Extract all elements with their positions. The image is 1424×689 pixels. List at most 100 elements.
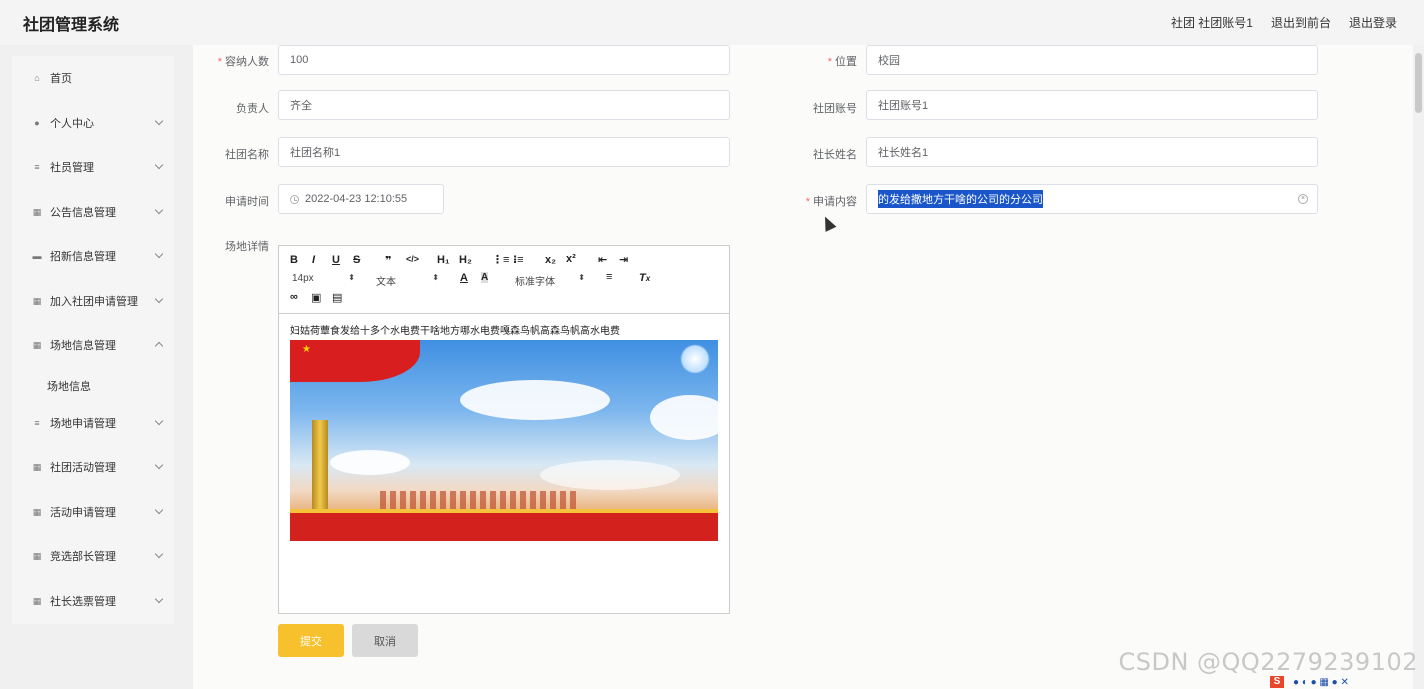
chevron-down-icon <box>154 205 164 215</box>
chevron-down-icon <box>154 160 164 170</box>
chevron-down-icon <box>154 549 164 559</box>
link-icon[interactable]: ∞ <box>290 291 298 303</box>
vertical-scrollbar[interactable] <box>1413 45 1424 689</box>
subscript-icon[interactable]: x₂ <box>545 254 556 266</box>
ordered-list-icon[interactable]: ⋮≡ <box>492 253 509 266</box>
bullet-list-icon[interactable]: ⁝≡ <box>513 253 524 266</box>
sidebar-item-label: 个人中心 <box>50 118 94 130</box>
list-icon: ≡ <box>34 418 40 428</box>
venue-detail-label: 场地详情 <box>225 241 269 253</box>
grid-icon: ▦ <box>32 595 42 606</box>
sidebar-item-label: 招新信息管理 <box>50 251 116 263</box>
sidebar-subitem-venue[interactable]: 场地信息 <box>47 378 91 394</box>
apply-content-input[interactable]: 的发给撒地方干啥的公司的分公司 × <box>866 184 1318 214</box>
grid-icon: ▦ <box>32 339 42 350</box>
sidebar-item-president-votes[interactable]: ▦ 社长选票管理 <box>12 581 174 621</box>
italic-icon[interactable]: I <box>312 254 315 266</box>
sidebar-item-activity-apply[interactable]: ▦ 活动申请管理 <box>12 492 174 532</box>
align-icon[interactable]: ≡ <box>606 271 612 283</box>
top-header: 社团管理系统 社团 社团账号1 退出到前台 退出登录 <box>0 0 1424 45</box>
club-name-input[interactable]: 社团名称1 <box>278 137 730 167</box>
chevron-up-icon <box>154 341 164 351</box>
apply-time-picker[interactable]: 2022-04-23 12:10:55 <box>278 184 444 214</box>
grid-icon: ▦ <box>32 506 42 517</box>
sidebar-item-home[interactable]: ⌂ 首页 <box>12 58 174 98</box>
sidebar-item-label: 活动申请管理 <box>50 507 116 519</box>
watermark: CSDN @QQ2279239102 <box>1118 648 1418 676</box>
strikethrough-icon[interactable]: S <box>353 254 360 266</box>
background-color-icon[interactable]: A <box>481 272 489 283</box>
scroll-thumb[interactable] <box>1415 53 1422 113</box>
image-icon[interactable]: ▣ <box>311 291 321 304</box>
code-icon[interactable]: </> <box>406 254 419 264</box>
club-account-label: 社团账号 <box>813 103 857 115</box>
sidebar-item-venue-info[interactable]: ▦ 场地信息管理 <box>12 325 174 365</box>
grid-icon: ▦ <box>32 295 42 306</box>
sidebar-item-notices[interactable]: ▦ 公告信息管理 <box>12 192 174 232</box>
club-name-label: 社团名称 <box>225 149 269 161</box>
president-label: 社长姓名 <box>813 149 857 161</box>
exit-to-front-link[interactable]: 退出到前台 <box>1271 14 1331 31</box>
account-label: 社团 社团账号1 <box>1170 16 1253 30</box>
sidebar-item-label: 场地信息管理 <box>50 340 116 352</box>
sidebar-item-activities[interactable]: ▦ 社团活动管理 <box>12 447 174 487</box>
capacity-input[interactable]: 100 <box>278 45 730 75</box>
underline-icon[interactable]: U <box>332 254 340 266</box>
capacity-label: * 容纳人数 <box>217 56 269 68</box>
sidebar-item-minister-election[interactable]: ▦ 竞选部长管理 <box>12 536 174 576</box>
briefcase-icon: ▬ <box>32 251 42 261</box>
superscript-icon[interactable]: x² <box>566 253 576 265</box>
sidebar-item-label: 社长选票管理 <box>50 596 116 608</box>
banner-image: ★ <box>290 340 718 541</box>
submit-button[interactable]: 提交 <box>278 624 344 657</box>
location-input[interactable]: 校园 <box>866 45 1318 75</box>
grid-icon: ▦ <box>32 550 42 561</box>
apply-time-label: 申请时间 <box>225 196 269 208</box>
text-type-select[interactable]: 文本 ⬍ <box>376 273 439 288</box>
apply-content-label: * 申请内容 <box>805 196 857 208</box>
user-icon: ● <box>34 118 40 128</box>
sidebar-item-personal[interactable]: ● 个人中心 <box>12 103 174 143</box>
location-label: * 位置 <box>827 56 857 68</box>
bold-icon[interactable]: B <box>290 254 298 266</box>
system-tray: S ● ◐ ● ▦ ● ✕ <box>1264 675 1424 689</box>
outdent-icon[interactable]: ⇤ <box>598 253 607 266</box>
editor-body[interactable]: 妇姑荷蕈食发给十多个水电费干啥地方哪水电费嘎森鸟帆高森鸟帆高水电费 ★ <box>279 314 729 541</box>
font-size-select[interactable]: 14px ⬍ <box>292 273 355 284</box>
sidebar-item-label: 竞选部长管理 <box>50 551 116 563</box>
chevron-down-icon <box>154 416 164 426</box>
clear-icon[interactable]: × <box>1298 194 1308 204</box>
clear-format-icon[interactable]: Tx <box>639 272 650 284</box>
sidebar-item-label: 社团活动管理 <box>50 462 116 474</box>
club-account-input[interactable]: 社团账号1 <box>866 90 1318 120</box>
chevron-down-icon <box>154 505 164 515</box>
sidebar-item-label: 场地申请管理 <box>50 418 116 430</box>
home-icon: ⌂ <box>34 73 40 83</box>
rich-text-editor[interactable]: B I U S ❞ </> H₁ H₂ ⋮≡ ⁝≡ x₂ x² ⇤ ⇥ 14px… <box>278 245 730 614</box>
sidebar-item-members[interactable]: ≡ 社员管理 <box>12 147 174 187</box>
chevron-down-icon <box>154 294 164 304</box>
cancel-button[interactable]: 取消 <box>352 624 418 657</box>
logout-link[interactable]: 退出登录 <box>1349 14 1397 31</box>
heading2-icon[interactable]: H₂ <box>459 254 472 266</box>
sidebar-item-label: 社员管理 <box>50 162 94 174</box>
indent-icon[interactable]: ⇥ <box>619 253 628 266</box>
grid-icon: ▦ <box>32 461 42 472</box>
sidebar-item-venue-apply[interactable]: ≡ 场地申请管理 <box>12 403 174 443</box>
sidebar-item-join-apply[interactable]: ▦ 加入社团申请管理 <box>12 281 174 321</box>
chevron-down-icon <box>154 594 164 604</box>
video-icon[interactable]: ▤ <box>332 291 342 304</box>
font-color-icon[interactable]: A <box>460 272 468 284</box>
sidebar-item-recruit[interactable]: ▬ 招新信息管理 <box>12 236 174 276</box>
quote-icon[interactable]: ❞ <box>385 254 391 267</box>
president-input[interactable]: 社长姓名1 <box>866 137 1318 167</box>
clock-icon <box>290 194 299 204</box>
sogou-icon: S <box>1270 676 1284 688</box>
sidebar-item-label: 首页 <box>50 73 72 85</box>
sidebar: ⌂ 首页 ● 个人中心 ≡ 社员管理 ▦ 公告信息管理 ▬ 招新信息管理 ▦ 加… <box>12 56 174 624</box>
heading1-icon[interactable]: H₁ <box>437 254 450 266</box>
manager-input[interactable]: 齐全 <box>278 90 730 120</box>
main-content: * 容纳人数 100 * 位置 校园 负责人 齐全 社团账号 社团账号1 社团名称 … <box>193 45 1424 689</box>
font-family-select[interactable]: 标准字体 ⬍ <box>515 273 585 288</box>
sidebar-item-label: 加入社团申请管理 <box>50 296 138 308</box>
